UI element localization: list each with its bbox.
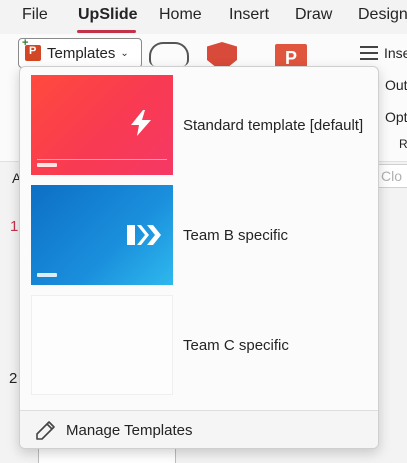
slide-number-2: 2: [9, 370, 18, 387]
tab-upslide[interactable]: UpSlide: [78, 6, 138, 24]
slide-thumbnail[interactable]: [38, 448, 176, 463]
template-label-standard: Standard template [default]: [183, 117, 364, 134]
pencil-icon: [36, 421, 55, 440]
ribbon-options-item[interactable]: Opt: [385, 109, 407, 125]
thumbnail-footer-logo: [37, 273, 57, 277]
ribbon-r-item[interactable]: R: [399, 137, 407, 151]
list-icon[interactable]: [360, 46, 378, 60]
tab-home[interactable]: Home: [159, 6, 202, 24]
brand-icon: [127, 225, 161, 245]
tab-design[interactable]: Design: [358, 6, 407, 24]
templates-button-label: Templates: [47, 44, 116, 62]
template-item-standard[interactable]: Standard template [default]: [20, 75, 378, 179]
tab-draw[interactable]: Draw: [295, 6, 332, 24]
ribbon-outline-item[interactable]: Out: [385, 77, 407, 93]
chevron-down-icon: ⌄: [120, 47, 129, 59]
thumbnail-rule: [37, 159, 167, 160]
plus-icon: +: [22, 37, 29, 49]
tab-insert[interactable]: Insert: [229, 6, 269, 24]
bolt-icon: [131, 110, 151, 136]
template-item-team-c[interactable]: Team C specific: [20, 295, 378, 399]
ribbon-insert-item[interactable]: Inse: [384, 45, 407, 61]
template-thumbnail-standard: [31, 75, 173, 175]
active-tab-indicator: [77, 30, 136, 33]
templates-dropdown: Standard template [default] Team B speci…: [19, 66, 379, 449]
slide-number-1: 1: [10, 218, 19, 235]
template-label-team-b: Team B specific: [183, 227, 289, 244]
manage-templates-label: Manage Templates: [66, 422, 193, 439]
template-thumbnail-team-c: [31, 295, 173, 395]
ribbon-tab-bar: File UpSlide Home Insert Draw Design: [0, 0, 407, 34]
thumbnail-footer-logo: [37, 163, 57, 167]
tab-file[interactable]: File: [22, 6, 48, 24]
template-thumbnail-team-b: [31, 185, 173, 285]
manage-templates-button[interactable]: Manage Templates: [20, 411, 378, 448]
template-label-team-c: Team C specific: [183, 337, 289, 354]
cloud-icon[interactable]: [149, 42, 189, 66]
template-item-team-b[interactable]: Team B specific: [20, 185, 378, 289]
close-button-label: Clo: [381, 168, 403, 184]
templates-button[interactable]: + Templates ⌄: [18, 37, 142, 68]
